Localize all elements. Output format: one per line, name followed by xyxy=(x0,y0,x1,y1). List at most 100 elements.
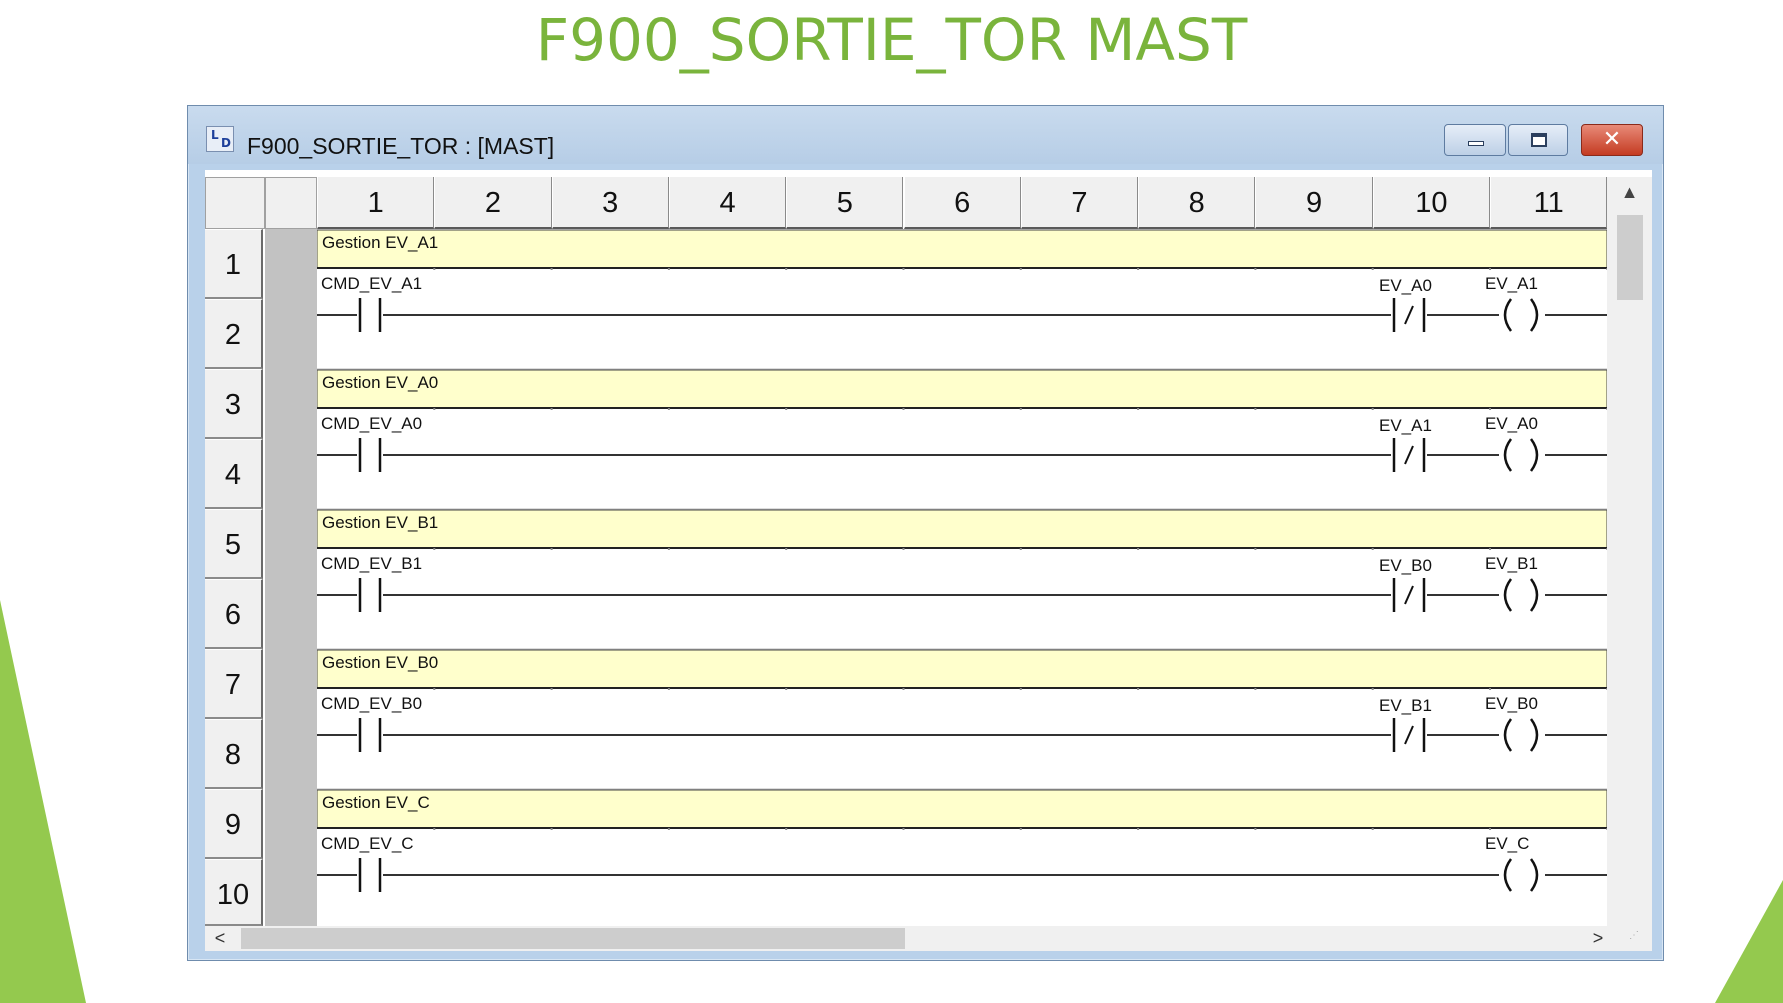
scroll-up-icon[interactable]: ▲ xyxy=(1607,177,1652,207)
app-icon-letter-d: D xyxy=(221,136,231,150)
row-header[interactable]: 6 xyxy=(205,579,263,649)
contact-label: CMD_EV_C xyxy=(321,834,414,853)
grid-dot xyxy=(902,268,905,270)
ladder-grid[interactable]: 1 2 3 4 5 6 7 8 9 10 11 1 2 3 4 5 6 7 8 9 10 Gestion EV_A1 C… xyxy=(205,170,1652,951)
row-header[interactable]: 1 xyxy=(205,229,263,299)
horizontal-scrollbar[interactable]: < > xyxy=(205,926,1652,951)
vertical-scrollbar[interactable]: ▲ xyxy=(1607,177,1652,926)
column-header[interactable]: 11 xyxy=(1490,177,1608,229)
close-icon: ✕ xyxy=(1602,127,1622,152)
grid-dot xyxy=(1019,688,1022,690)
column-header[interactable]: 6 xyxy=(903,177,1021,229)
horizontal-scroll-thumb[interactable] xyxy=(241,928,905,949)
label-column xyxy=(265,229,317,926)
grid-dot xyxy=(433,828,436,830)
grid-dot xyxy=(1137,548,1140,550)
ladder-diagram-icon[interactable]: L D xyxy=(206,126,234,152)
grid-dot xyxy=(433,408,436,410)
grid-dot xyxy=(785,268,788,270)
grid-dot xyxy=(902,688,905,690)
scroll-right-icon[interactable]: > xyxy=(1587,926,1609,951)
column-header[interactable]: 10 xyxy=(1372,177,1490,229)
grid-dot xyxy=(1489,688,1491,690)
vertical-scroll-thumb[interactable] xyxy=(1617,215,1643,300)
comment-band[interactable] xyxy=(317,509,1607,549)
coil-label: EV_C xyxy=(1485,834,1529,853)
column-header[interactable]: 2 xyxy=(434,177,552,229)
grid-dot xyxy=(1489,268,1491,270)
column-header[interactable]: 1 xyxy=(317,177,435,229)
grid-dot xyxy=(1254,548,1257,550)
grid-dot xyxy=(667,408,670,410)
contact-label: CMD_EV_A0 xyxy=(321,414,422,433)
grid-dot xyxy=(1371,828,1374,830)
app-icon-letter-l: L xyxy=(211,128,219,142)
minimize-button[interactable] xyxy=(1444,124,1506,156)
grid-dot xyxy=(902,548,905,550)
grid-dot xyxy=(1254,828,1257,830)
grid-dot xyxy=(785,548,788,550)
comment-band[interactable] xyxy=(317,789,1607,829)
close-button[interactable]: ✕ xyxy=(1581,124,1643,156)
grid-dot xyxy=(1489,548,1491,550)
column-header[interactable]: 3 xyxy=(551,177,669,229)
grid-dot xyxy=(550,268,553,270)
grid-dot xyxy=(433,548,436,550)
maximize-icon xyxy=(1531,133,1547,147)
grid-dot xyxy=(1254,268,1257,270)
coil-label: EV_B1 xyxy=(1485,554,1538,573)
row-header[interactable]: 3 xyxy=(205,369,263,439)
grid-dot xyxy=(667,828,670,830)
comment-band[interactable] xyxy=(317,649,1607,689)
row-header[interactable]: 2 xyxy=(205,299,263,369)
interlock-label: EV_B1 xyxy=(1379,696,1432,715)
grid-dot xyxy=(667,268,670,270)
row-header[interactable]: 5 xyxy=(205,509,263,579)
grid-dot xyxy=(902,828,905,830)
grid-corner-label-column xyxy=(265,177,317,229)
grid-dot xyxy=(1371,548,1374,550)
grid-dot xyxy=(1137,828,1140,830)
grid-dot xyxy=(550,828,553,830)
contact-label: CMD_EV_B1 xyxy=(321,554,422,573)
window-titlebar[interactable]: L D F900_SORTIE_TOR : [MAST] ✕ xyxy=(188,106,1663,164)
scroll-left-icon[interactable]: < xyxy=(209,926,231,951)
ladder-rungs[interactable]: Gestion EV_A1 CMD_EV_A1 EV_A0 EV_A1 Gestion … xyxy=(317,229,1607,926)
interlock-label: EV_B0 xyxy=(1379,556,1432,575)
rung-comment: Gestion EV_B0 xyxy=(322,653,438,672)
contact-label: CMD_EV_B0 xyxy=(321,694,422,713)
resize-grip-icon[interactable]: ⋰ xyxy=(1629,930,1647,948)
column-header[interactable]: 4 xyxy=(668,177,787,229)
comment-band[interactable] xyxy=(317,369,1607,409)
row-header[interactable]: 10 xyxy=(205,859,263,926)
row-header[interactable]: 4 xyxy=(205,439,263,509)
column-header[interactable]: 9 xyxy=(1255,177,1373,229)
row-header[interactable]: 8 xyxy=(205,719,263,789)
grid-dot xyxy=(785,688,788,690)
grid-dot xyxy=(1254,408,1257,410)
column-header[interactable]: 7 xyxy=(1020,177,1139,229)
comment-band[interactable] xyxy=(317,229,1607,269)
window-title: F900_SORTIE_TOR : [MAST] xyxy=(247,133,555,159)
grid-dot xyxy=(550,408,553,410)
grid-dot xyxy=(1019,548,1022,550)
grid-dot xyxy=(902,408,905,410)
grid-dot xyxy=(1371,688,1374,690)
grid-dot xyxy=(1137,408,1140,410)
grid-dot xyxy=(1254,688,1257,690)
column-header[interactable]: 8 xyxy=(1138,177,1256,229)
slide-title: F900_SORTIE_TOR MAST xyxy=(535,6,1248,74)
grid-dot xyxy=(667,688,670,690)
row-header[interactable]: 7 xyxy=(205,649,263,719)
grid-dot xyxy=(550,688,553,690)
interlock-label: EV_A0 xyxy=(1379,276,1432,295)
ladder-editor-window[interactable]: L D F900_SORTIE_TOR : [MAST] ✕ 123456789… xyxy=(187,105,1664,961)
minimize-icon xyxy=(1468,141,1484,146)
maximize-button[interactable] xyxy=(1508,124,1568,156)
grid-dot xyxy=(1019,828,1022,830)
rung-comment: Gestion EV_C xyxy=(322,793,430,812)
row-header[interactable]: 9 xyxy=(205,789,263,859)
interlock-label: EV_A1 xyxy=(1379,416,1432,435)
column-header[interactable]: 5 xyxy=(786,177,904,229)
rung-area[interactable]: Gestion EV_A1 CMD_EV_A1 EV_A0 EV_A1 Gestion … xyxy=(317,229,1607,926)
